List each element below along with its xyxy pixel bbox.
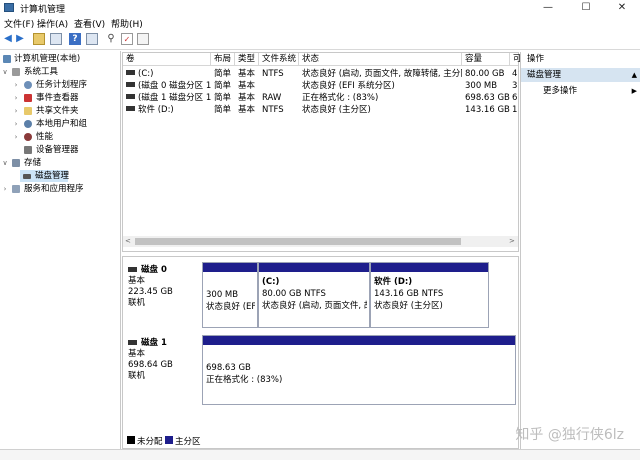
volume-list: 卷 布局 类型 文件系统 状态 容量 可 (C:) 简单 基本 NTFS 状态良…	[122, 52, 522, 252]
clock-icon	[24, 81, 32, 89]
menu-file[interactable]: 文件(F)	[4, 17, 34, 30]
help-icon[interactable]: ?	[69, 33, 81, 45]
collapse-icon[interactable]: ▲	[632, 68, 637, 82]
chevron-right-icon[interactable]: ›	[12, 79, 20, 91]
performance-icon	[24, 133, 32, 141]
minimize-button[interactable]: —	[534, 0, 562, 16]
disk-icon	[23, 174, 31, 179]
more-actions[interactable]: 更多操作 ▶	[521, 84, 640, 98]
computer-management-icon	[4, 3, 14, 12]
volume-icon	[126, 94, 135, 99]
disk-graphical-view: 磁盘 0 基本 223.45 GB 联机 300 MB 状态良好 (EF (C:)…	[122, 256, 519, 449]
column-header-status[interactable]: 状态	[299, 53, 462, 66]
column-header-type[interactable]: 类型	[235, 53, 259, 66]
scrollbar-thumb[interactable]	[135, 238, 461, 245]
tree-item-storage[interactable]: ∨ 存储	[0, 157, 120, 169]
primary-swatch	[165, 436, 173, 444]
unallocated-swatch	[127, 436, 135, 444]
shared-folder-icon	[24, 107, 32, 115]
actions-section-disk-management[interactable]: 磁盘管理 ▲	[521, 68, 640, 82]
table-row[interactable]: (C:) 简单 基本 NTFS 状态良好 (启动, 页面文件, 故障转储, 主分…	[123, 68, 518, 80]
menu-bar: 文件(F) 操作(A) 查看(V) 帮助(H)	[0, 16, 640, 30]
primary-partition-bar	[371, 263, 488, 272]
event-viewer-icon	[24, 94, 32, 102]
column-header-free[interactable]: 可	[510, 53, 522, 66]
volume-icon	[126, 106, 135, 111]
navigation-tree: 计算机管理(本地) ∨ 系统工具 › 任务计划程序 › 事件查看器 › 共享文件…	[0, 51, 121, 449]
chevron-right-icon[interactable]: ›	[12, 131, 20, 143]
scroll-right-icon[interactable]: >	[509, 236, 515, 247]
primary-partition-bar	[203, 336, 515, 345]
volume-icon	[126, 82, 135, 87]
window-title: 计算机管理	[20, 5, 66, 15]
tools-icon	[12, 68, 20, 76]
actions-pane: 操作 磁盘管理 ▲ 更多操作 ▶	[520, 52, 640, 449]
tree-item-task-scheduler[interactable]: › 任务计划程序	[0, 79, 120, 91]
primary-partition-bar	[259, 263, 369, 272]
status-bar	[0, 449, 640, 460]
toolbar: ◀ ▶ ? ⚲ ✓	[0, 30, 640, 50]
table-row[interactable]: (磁盘 1 磁盘分区 1) 简单 基本 RAW 正在格式化 : (83%) 69…	[123, 92, 518, 104]
maximize-button[interactable]: ☐	[572, 0, 600, 16]
close-button[interactable]: ✕	[608, 0, 636, 16]
actions-header: 操作	[527, 54, 545, 64]
computer-icon	[3, 55, 11, 63]
chevron-down-icon[interactable]: ∨	[1, 66, 9, 78]
folder-up-icon[interactable]	[33, 33, 45, 45]
horizontal-scrollbar[interactable]: < >	[123, 236, 518, 247]
chevron-right-icon[interactable]: ›	[1, 183, 9, 195]
menu-view[interactable]: 查看(V)	[74, 17, 105, 30]
connect-icon[interactable]: ⚲	[105, 33, 117, 45]
tree-item-services[interactable]: › 服务和应用程序	[0, 183, 120, 195]
submenu-arrow-icon: ▶	[631, 87, 637, 95]
disk-icon	[128, 267, 137, 272]
tree-item-performance[interactable]: › 性能	[0, 131, 120, 143]
device-manager-icon	[24, 146, 32, 154]
check-icon[interactable]: ✓	[121, 33, 133, 45]
services-icon	[12, 185, 20, 193]
legend: 未分配 主分区	[122, 432, 519, 449]
watermark: 知乎 @独行侠6lz	[515, 427, 624, 443]
partition-d[interactable]: 软件 (D:) 143.16 GB NTFS 状态良好 (主分区)	[370, 262, 489, 328]
primary-partition-bar	[203, 263, 257, 272]
partition-disk1[interactable]: 698.63 GB 正在格式化 : (83%)	[202, 335, 516, 405]
chevron-right-icon[interactable]: ›	[12, 92, 20, 104]
title-bar: 计算机管理 — ☐ ✕	[0, 0, 640, 16]
window-icon[interactable]	[137, 33, 149, 45]
disk-0-info[interactable]: 磁盘 0 基本 223.45 GB 联机	[128, 265, 173, 309]
forward-icon[interactable]: ▶	[14, 33, 26, 45]
volume-icon	[126, 70, 135, 75]
partition-c[interactable]: (C:) 80.00 GB NTFS 状态良好 (启动, 页面文件, 故	[258, 262, 370, 328]
tree-item-root[interactable]: 计算机管理(本地)	[0, 53, 120, 65]
properties-icon[interactable]	[86, 33, 98, 45]
tree-item-device-manager[interactable]: 设备管理器	[0, 144, 120, 156]
disk-1-info[interactable]: 磁盘 1 基本 698.64 GB 联机	[128, 338, 173, 382]
show-hide-tree-icon[interactable]	[50, 33, 62, 45]
column-header-volume[interactable]: 卷	[123, 53, 211, 66]
menu-action[interactable]: 操作(A)	[37, 17, 68, 30]
disk-icon	[128, 340, 137, 345]
storage-icon	[12, 159, 20, 167]
tree-item-shared-folders[interactable]: › 共享文件夹	[0, 105, 120, 117]
tree-item-disk-management[interactable]: 磁盘管理	[20, 170, 69, 182]
chevron-right-icon[interactable]: ›	[12, 105, 20, 117]
tree-item-event-viewer[interactable]: › 事件查看器	[0, 92, 120, 104]
partition-efi[interactable]: 300 MB 状态良好 (EF	[202, 262, 258, 328]
column-header-capacity[interactable]: 容量	[462, 53, 510, 66]
table-row[interactable]: 软件 (D:) 简单 基本 NTFS 状态良好 (主分区) 143.16 GB …	[123, 104, 518, 116]
users-icon	[24, 120, 32, 128]
column-header-filesystem[interactable]: 文件系统	[259, 53, 299, 66]
column-header-layout[interactable]: 布局	[211, 53, 235, 66]
chevron-down-icon[interactable]: ∨	[1, 157, 9, 169]
tree-item-local-users[interactable]: › 本地用户和组	[0, 118, 120, 130]
chevron-right-icon[interactable]: ›	[12, 118, 20, 130]
back-icon[interactable]: ◀	[2, 33, 14, 45]
scroll-left-icon[interactable]: <	[125, 236, 131, 247]
menu-help[interactable]: 帮助(H)	[111, 17, 143, 30]
tree-item-system-tools[interactable]: ∨ 系统工具	[0, 66, 120, 78]
table-row[interactable]: (磁盘 0 磁盘分区 1) 简单 基本 状态良好 (EFI 系统分区) 300 …	[123, 80, 518, 92]
